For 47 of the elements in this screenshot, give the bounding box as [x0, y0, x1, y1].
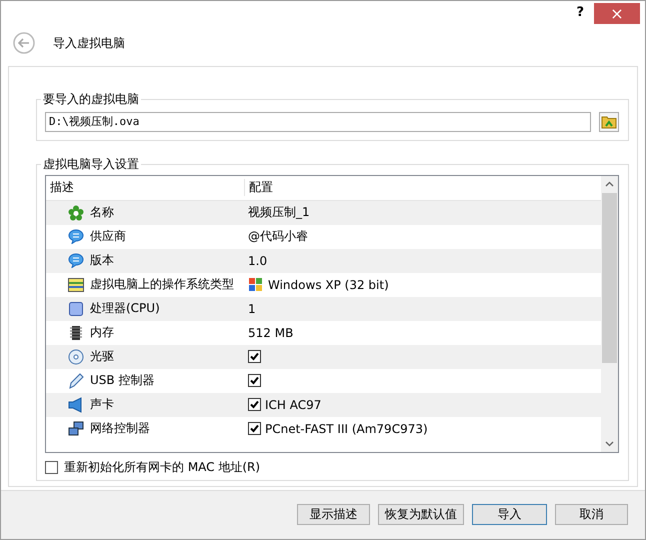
pen-icon	[68, 372, 84, 389]
table-cell: 1	[248, 302, 256, 316]
close-button[interactable]: ×	[594, 3, 640, 24]
chip-icon	[68, 300, 84, 317]
table-cell: 声卡	[90, 396, 114, 414]
help-button[interactable]: ?	[576, 5, 584, 20]
scrollbar[interactable]	[601, 176, 618, 452]
column-header[interactable]: 描述	[46, 179, 244, 196]
table-cell: PCnet-FAST III (Am79C973)	[265, 422, 428, 436]
speech-bubble-icon	[68, 253, 84, 268]
table-cell: 内存	[90, 324, 114, 342]
memory-icon	[70, 324, 82, 341]
network-icon	[68, 420, 84, 437]
dialog-button[interactable]: 导入	[472, 504, 547, 526]
table-cell: 1.0	[248, 254, 268, 268]
checkbox[interactable]	[248, 350, 261, 364]
table-cell: USB 控制器	[90, 372, 154, 390]
checkbox-label[interactable]: 重新初始化所有网卡的 MAC 地址(R)	[64, 458, 260, 476]
speaker-icon	[68, 396, 84, 413]
dialog-button[interactable]: 恢复为默认值	[378, 504, 464, 526]
checkbox[interactable]	[248, 422, 261, 436]
windows-logo-icon	[248, 276, 264, 293]
table-cell: 网络控制器	[90, 420, 150, 438]
file-path-field[interactable]: D:\视频压制.ova	[45, 112, 591, 132]
group-title: 虚拟电脑导入设置	[42, 156, 140, 173]
page-title: 导入虚拟电脑	[53, 34, 125, 52]
dialog-button[interactable]: 显示描述	[297, 504, 370, 526]
table-cell: Windows XP (32 bit)	[268, 278, 389, 292]
checkbox[interactable]	[248, 398, 261, 412]
table-cell: 512 MB	[248, 326, 294, 340]
folder-button[interactable]	[599, 112, 619, 132]
disc-icon	[68, 348, 84, 365]
dialog-button[interactable]: 取消	[555, 504, 628, 526]
table-cell: 视频压制_1	[248, 204, 310, 222]
table-cell: 光驱	[90, 348, 114, 366]
table-cell: ICH AC97	[265, 398, 322, 412]
table-cell: 虚拟电脑上的操作系统类型	[90, 276, 234, 294]
speech-bubble-icon	[68, 229, 84, 244]
table-cell: 处理器(CPU)	[90, 300, 160, 318]
checkbox[interactable]	[248, 374, 261, 388]
table-cell: 名称	[90, 204, 114, 222]
checkbox[interactable]	[45, 460, 58, 474]
layers-icon	[68, 278, 84, 292]
table-cell: 供应商	[90, 228, 126, 246]
table-cell: @代码小睿	[248, 228, 308, 246]
table-cell: 版本	[90, 252, 114, 270]
group-title: 要导入的虚拟电脑	[42, 90, 140, 108]
